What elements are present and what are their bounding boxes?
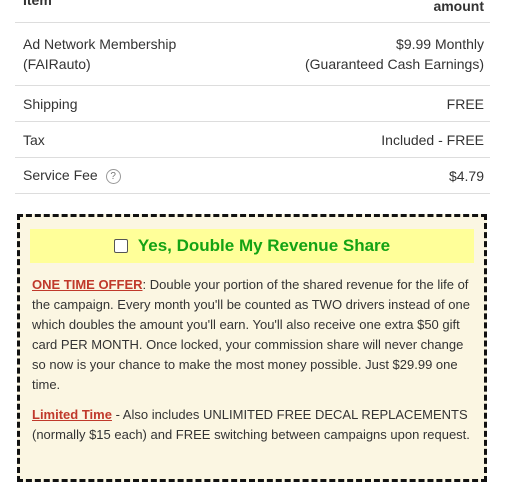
membership-network: (FAIRauto) <box>23 56 91 72</box>
table-row-shipping: Shipping FREE <box>15 86 490 122</box>
membership-price-note: (Guaranteed Cash Earnings) <box>305 56 484 72</box>
tax-label: Tax <box>23 131 45 148</box>
membership-price: $9.99 Monthly <box>396 36 484 52</box>
table-row-membership: Ad Network Membership (FAIRauto) $9.99 M… <box>15 23 490 86</box>
one-time-offer-text: : Double your portion of the shared reve… <box>32 277 470 392</box>
limited-time-paragraph: Limited Time - Also includes UNLIMITED F… <box>32 405 472 445</box>
service-fee-cell: Service Fee ? <box>23 167 121 184</box>
tax-amount: Included - FREE <box>381 131 484 148</box>
service-fee-label: Service Fee <box>23 167 98 183</box>
table-row-tax: Tax Included - FREE <box>15 122 490 158</box>
limited-time-label: Limited Time <box>32 407 112 422</box>
upsell-box: Yes, Double My Revenue Share ONE TIME OF… <box>17 214 487 482</box>
upsell-title[interactable]: Yes, Double My Revenue Share <box>138 236 390 256</box>
upsell-header[interactable]: Yes, Double My Revenue Share <box>30 229 474 263</box>
one-time-offer-paragraph: ONE TIME OFFER: Double your portion of t… <box>32 275 472 395</box>
amount-column-header: amount <box>433 0 484 14</box>
shipping-label: Shipping <box>23 95 78 112</box>
table-row-service-fee: Service Fee ? $4.79 <box>15 158 490 194</box>
order-summary-table: Item amount Ad Network Membership (FAIRa… <box>15 0 490 194</box>
shipping-amount: FREE <box>446 95 484 112</box>
one-time-offer-label: ONE TIME OFFER <box>32 277 143 292</box>
membership-name: Ad Network Membership <box>23 36 177 52</box>
item-column-header: Item <box>23 0 52 8</box>
help-icon[interactable]: ? <box>105 169 121 184</box>
double-revenue-checkbox[interactable] <box>113 239 128 253</box>
table-header: Item amount <box>15 0 490 23</box>
service-fee-amount: $4.79 <box>448 167 484 184</box>
